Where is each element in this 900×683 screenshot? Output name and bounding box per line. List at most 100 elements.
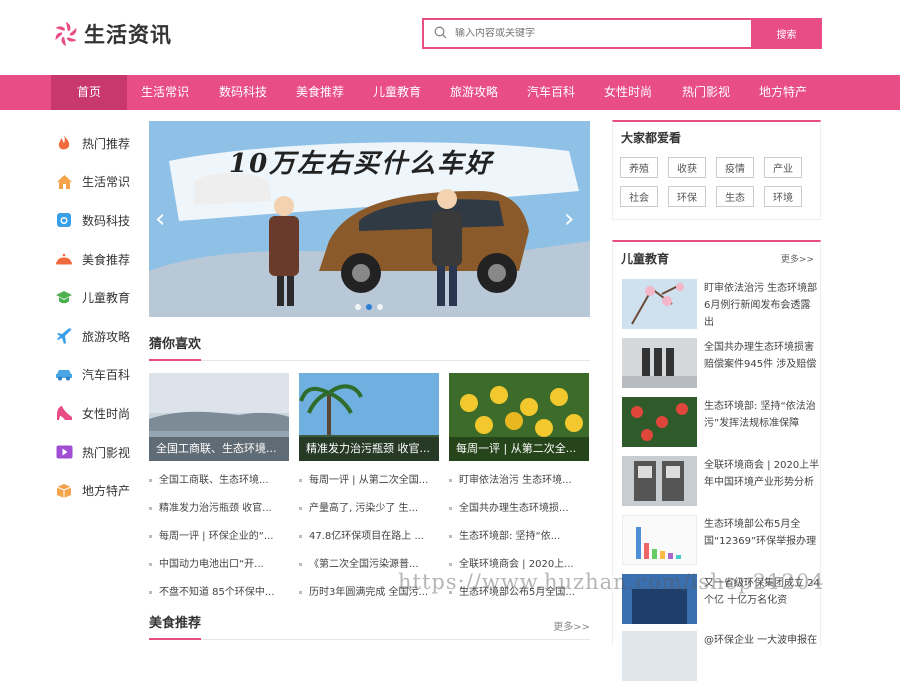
side-news-item[interactable]: @环保企业 一大波申报在 <box>622 631 818 683</box>
popular-title: 大家都爱看 <box>621 131 682 145</box>
nav-item-fashion[interactable]: 女性时尚 <box>593 75 663 110</box>
home-icon <box>55 173 73 191</box>
nav-item-car[interactable]: 汽车百科 <box>516 75 586 110</box>
banner-dot[interactable] <box>355 304 361 310</box>
side-news-title: @环保企业 一大波申报在 <box>704 635 818 646</box>
nav-item-food[interactable]: 美食推荐 <box>285 75 355 110</box>
site-name: 生活资讯 <box>84 23 172 47</box>
food-more-link[interactable]: 更多>> <box>553 618 590 633</box>
tag[interactable]: 收获 <box>668 157 706 178</box>
search-bar: 搜索 <box>422 18 822 49</box>
list-item[interactable]: 产量高了, 污染少了 生... <box>299 500 439 528</box>
left-menu-item-life[interactable]: 生活常识 <box>55 163 140 202</box>
list-item[interactable]: 精准发力治污瓶颈 收官... <box>149 500 289 528</box>
list-item[interactable]: 生态环境部: 坚持“依... <box>449 528 589 556</box>
left-menu-item-kids[interactable]: 儿童教育 <box>55 278 140 317</box>
tag[interactable]: 养殖 <box>620 157 658 178</box>
side-news-image <box>622 338 697 388</box>
food-section-header: 美食推荐 更多>> <box>149 610 590 640</box>
side-news-image <box>622 631 697 681</box>
list-item[interactable]: 全国工商联、生态环境... <box>149 472 289 500</box>
main-nav: 首页 生活常识 数码科技 美食推荐 儿童教育 旅游攻略 汽车百科 女性时尚 热门… <box>0 75 900 110</box>
nav-item-travel[interactable]: 旅游攻略 <box>439 75 509 110</box>
food-icon <box>55 250 73 268</box>
news-card[interactable]: 全国工商联、生态环境... <box>149 373 289 461</box>
left-menu-item-local[interactable]: 地方特产 <box>55 471 140 510</box>
left-menu-item-food[interactable]: 美食推荐 <box>55 240 140 279</box>
nav-item-home[interactable]: 首页 <box>51 75 127 110</box>
graduation-cap-icon <box>55 289 73 307</box>
banner-title: 10万左右买什么车好 <box>229 149 494 179</box>
guess-card-row: 全国工商联、生态环境... 精准发力治污瓶颈 收官... 每周一评 | 从第二次… <box>149 373 590 461</box>
food-section-title: 美食推荐 <box>149 612 202 640</box>
side-news-item[interactable]: 盯审依法治污 生态环境部6月例行新闻发布会透露出 <box>622 279 818 331</box>
tag[interactable]: 生态 <box>716 186 754 207</box>
site-logo[interactable]: 生活资讯 <box>52 19 172 49</box>
search-input[interactable] <box>455 28 715 39</box>
banner-next-arrow-icon[interactable]: › <box>564 205 584 233</box>
side-news-image <box>622 397 697 447</box>
tag[interactable]: 环境 <box>764 186 802 207</box>
banner-prev-arrow-icon[interactable]: ‹ <box>155 205 175 233</box>
plane-icon <box>55 327 73 345</box>
search-button[interactable]: 搜索 <box>751 18 822 49</box>
logo-flower-icon <box>52 20 80 48</box>
left-menu-item-movies[interactable]: 热门影视 <box>55 433 140 472</box>
tag-list: 养殖 收获 疫情 产业 社会 环保 生态 环境 <box>620 157 815 207</box>
site-header: 生活资讯 搜索 <box>0 0 900 75</box>
car-icon <box>55 366 73 384</box>
side-news-image <box>622 279 697 329</box>
nav-item-life[interactable]: 生活常识 <box>130 75 200 110</box>
left-menu-item-digital[interactable]: 数码科技 <box>55 201 140 240</box>
search-icon <box>434 26 447 42</box>
guess-section-header: 猜你喜欢 <box>149 331 590 361</box>
kids-more-link[interactable]: 更多>> <box>781 252 814 265</box>
watermark-text: https://www.huzhan.com/ishop21204 <box>398 570 825 594</box>
card-caption: 每周一评 | 从第二次全... <box>449 437 589 461</box>
high-heel-icon <box>55 404 73 422</box>
banner-dot-active[interactable] <box>366 304 372 310</box>
banner-carousel[interactable]: 10万左右买什么车好 ‹ › <box>149 121 590 317</box>
side-news-item[interactable]: 全联环境商会 | 2020上半年中国环境产业形势分析 <box>622 456 820 508</box>
side-news-title: 盯审依法治污 生态环境部6月例行新闻发布会透露出 <box>704 283 818 328</box>
side-news-item[interactable]: 生态环境部公布5月全国“12369”环保举报办理 <box>622 515 818 567</box>
tag[interactable]: 疫情 <box>716 157 754 178</box>
play-icon <box>55 443 73 461</box>
news-card[interactable]: 精准发力治污瓶颈 收官... <box>299 373 439 461</box>
tag[interactable]: 社会 <box>620 186 658 207</box>
list-item[interactable]: 不盘不知道 85个环保中... <box>149 584 289 612</box>
kids-title: 儿童教育 <box>621 252 670 266</box>
side-news-title: 全联环境商会 | 2020上半年中国环境产业形势分析 <box>704 460 820 488</box>
card-caption: 精准发力治污瓶颈 收官... <box>299 437 439 461</box>
tag[interactable]: 产业 <box>764 157 802 178</box>
left-menu-item-travel[interactable]: 旅游攻略 <box>55 317 140 356</box>
left-menu-item-fashion[interactable]: 女性时尚 <box>55 394 140 433</box>
banner-dot[interactable] <box>377 304 383 310</box>
nav-item-local[interactable]: 地方特产 <box>748 75 818 110</box>
camera-icon <box>55 211 73 229</box>
left-menu-item-car[interactable]: 汽车百科 <box>55 356 140 395</box>
side-news-title: 全国共办理生态环境损害赔偿案件945件 涉及赔偿 <box>704 342 817 370</box>
left-category-menu: 热门推荐 生活常识 数码科技 美食推荐 儿童教育 旅游攻略 汽车百科 女性时尚 … <box>55 124 140 510</box>
list-item[interactable]: 全国共办理生态环境损... <box>449 500 589 528</box>
list-item[interactable]: 每周一评 | 环保企业的“... <box>149 528 289 556</box>
search-field[interactable] <box>422 18 751 49</box>
box-icon <box>55 482 73 500</box>
nav-item-movies[interactable]: 热门影视 <box>671 75 741 110</box>
side-news-image <box>622 515 697 565</box>
banner-dots <box>355 304 383 310</box>
side-news-image <box>622 456 697 506</box>
list-item[interactable]: 每周一评 | 从第二次全国... <box>299 472 439 500</box>
list-item[interactable]: 中国动力电池出口“开... <box>149 556 289 584</box>
list-item[interactable]: 盯审依法治污 生态环境... <box>449 472 589 500</box>
tag[interactable]: 环保 <box>668 186 706 207</box>
left-menu-item-hot[interactable]: 热门推荐 <box>55 124 140 163</box>
nav-item-digital[interactable]: 数码科技 <box>208 75 278 110</box>
nav-item-kids[interactable]: 儿童教育 <box>362 75 432 110</box>
side-news-item[interactable]: 生态环境部: 坚持“依法治污”发挥法规标准保障 <box>622 397 818 449</box>
news-card[interactable]: 每周一评 | 从第二次全... <box>449 373 589 461</box>
side-news-item[interactable]: 全国共办理生态环境损害赔偿案件945件 涉及赔偿 <box>622 338 818 390</box>
card-caption: 全国工商联、生态环境... <box>149 437 289 461</box>
list-item[interactable]: 47.8亿环保项目在路上 ... <box>299 528 439 556</box>
guess-section-title: 猜你喜欢 <box>149 333 202 361</box>
